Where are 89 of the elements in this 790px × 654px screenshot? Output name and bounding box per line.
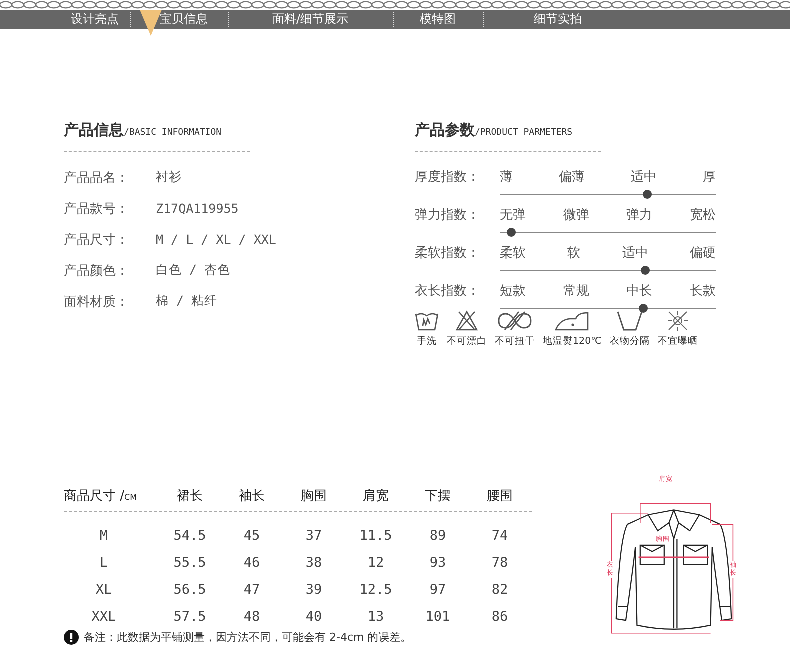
nav-tab[interactable]: 设计亮点 [71,11,119,28]
column-header: 袖长 [238,488,266,505]
table-cell-text: 93 [428,554,448,570]
table-cell-text: 38 [304,554,324,570]
column-header: 腰围 [486,488,514,505]
table-cell-text: 97 [428,582,448,598]
field-label: 产品颜色： [64,262,130,280]
nav-tab[interactable]: 细节实拍 [534,11,582,28]
scale-option: 无弹 [500,206,526,224]
scale-option: 适中 [631,168,657,186]
care-label: 衣物分隔 [610,335,650,348]
table-cell-text: 86 [490,608,510,624]
table-cell-text: 45 [242,528,262,544]
scale-option: 适中 [622,244,648,262]
table-cell-text: 48 [242,608,262,624]
iron-icon [554,310,590,332]
table-cell-text: 82 [490,582,510,598]
scale-option: 厚 [703,168,716,186]
field-value: 白色 / 杏色 [156,262,231,279]
field-value: 衬衫 [156,169,182,186]
nav-tab[interactable]: 面料/细节展示 [272,11,349,28]
section-subtitle: /BASIC INFORMATION [124,128,222,138]
unit-label: CM [124,493,138,502]
table-cell-text: L [98,554,110,570]
care-label: 不可扭干 [495,335,535,348]
section-subtitle: /PRODUCT PARMETERS [475,128,573,138]
column-header: 胸围 [300,488,328,505]
scale-option: 长款 [690,282,716,300]
field-label: 产品款号： [64,200,130,218]
table-cell-text: 54.5 [172,528,208,544]
nav-tab[interactable]: 模特图 [420,11,456,28]
table-cell-text: 12.5 [358,582,394,598]
scale-option: 偏硬 [690,244,716,262]
field-label: 面料材质： [64,294,130,310]
scale-option: 中长 [626,282,653,300]
warning-icon [64,630,79,645]
table-cell-text: 13 [366,608,386,624]
scale-option: 软 [568,244,581,262]
shoulder-line [640,503,712,524]
table-cell-text: 39 [304,582,324,598]
table-cell-text: 11.5 [358,528,394,544]
column-header: 下摆 [424,488,452,505]
field-value: M / L / XL / XXL [156,232,276,247]
table-cell-text: 46 [242,554,262,570]
table-cell-text: XXL [90,608,118,624]
table-cell-text: 12 [366,554,386,570]
field-label: 产品尺寸： [64,232,130,248]
scale-label: 衣长指数： [415,283,481,301]
no-sun-icon [666,310,690,332]
table-cell-text: 101 [424,608,452,624]
section-title: 产品参数 [415,121,475,140]
scale-label: 厚度指数： [415,169,481,187]
no-bleach-icon [455,310,479,332]
care-label: 不可漂白 [447,335,487,348]
nav-tab[interactable]: 宝贝信息 [160,11,208,28]
table-cell-text: 47 [242,582,262,598]
scale-option: 弹力 [626,206,653,224]
note-text: 备注：此数据为平铺测量，因方法不同，可能会有 2-4cm 的误差。 [84,630,412,645]
table-cell-text: 55.5 [172,554,208,570]
scale-option: 短款 [500,282,526,300]
care-label: 不宜曝晒 [658,335,698,348]
field-value: Z17QA119955 [156,201,239,216]
table-cell-text: 74 [490,528,510,544]
scale-option: 柔软 [500,244,526,262]
basin-icon [616,310,644,332]
table-cell-text: 40 [304,608,324,624]
section-title: 产品信息 [64,121,124,140]
table-cell-text: M [98,528,110,544]
table-cell-text: 78 [490,554,510,570]
scale-option: 薄 [500,168,513,186]
scale-option: 常规 [563,282,590,300]
field-label: 产品品名： [64,170,130,186]
column-header: 肩宽 [362,488,390,505]
table-cell-text: 37 [304,528,324,544]
table-cell-text: XL [94,582,114,598]
column-header: 商品尺寸 / [64,488,125,505]
scale-option: 微弹 [563,206,590,224]
scale-option: 宽松 [690,206,716,224]
care-label: 手洗 [417,335,437,348]
table-cell-text: 57.5 [172,608,208,624]
field-value: 棉 / 粘纤 [156,293,218,310]
care-label: 地温熨120℃ [543,335,602,348]
chest-line [638,556,710,558]
table-cell-text: 89 [428,528,448,544]
scale-option: 偏薄 [559,168,585,186]
scale-label: 弹力指数： [415,207,481,225]
table-cell-text: 56.5 [172,582,208,598]
column-header: 裙长 [176,488,204,505]
scale-label: 柔软指数： [415,245,481,263]
